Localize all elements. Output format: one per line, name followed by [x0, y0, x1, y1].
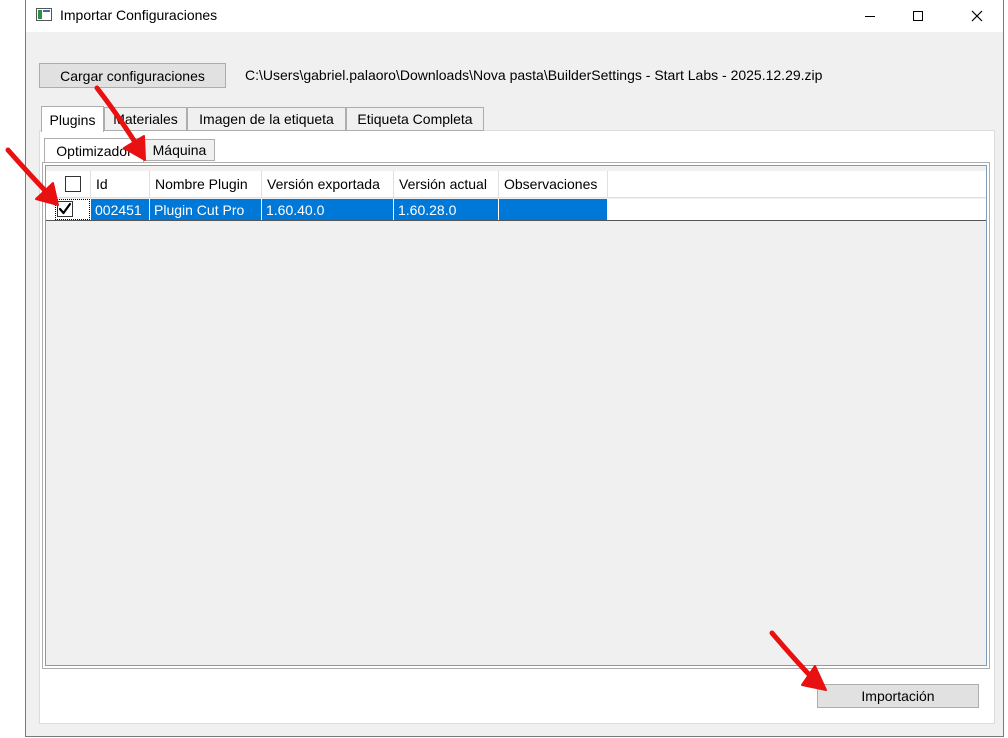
close-icon	[971, 10, 983, 22]
header-exported-version[interactable]: Versión exportada	[262, 171, 394, 197]
load-settings-button[interactable]: Cargar configuraciones	[39, 63, 226, 88]
import-settings-window: Importar Configuraciones Cargar configur…	[25, 0, 1004, 737]
cell-current-version[interactable]: 1.60.28.0	[394, 199, 499, 220]
plugins-grid[interactable]: Id Nombre Plugin Versión exportada Versi…	[45, 165, 987, 666]
tab-imagen-etiqueta[interactable]: Imagen de la etiqueta	[187, 107, 346, 131]
window-title: Importar Configuraciones	[60, 7, 218, 23]
cell-notes[interactable]	[499, 199, 608, 220]
close-button[interactable]	[954, 0, 1000, 32]
tab-etiqueta-completa[interactable]: Etiqueta Completa	[346, 107, 484, 131]
title-bar[interactable]: Importar Configuraciones	[26, 0, 1003, 32]
import-button[interactable]: Importación	[817, 684, 979, 708]
minimize-button[interactable]	[847, 0, 893, 32]
table-row[interactable]: 002451 Plugin Cut Pro 1.60.40.0 1.60.28.…	[46, 199, 986, 221]
minimize-icon	[865, 16, 875, 17]
grid-header: Id Nombre Plugin Versión exportada Versi…	[46, 171, 986, 198]
header-select-all-cell[interactable]	[55, 171, 91, 197]
select-all-checkbox[interactable]	[64, 176, 81, 192]
row-checkbox[interactable]	[57, 201, 73, 217]
row-checkbox-cell[interactable]	[55, 199, 90, 220]
cell-id[interactable]: 002451	[91, 199, 150, 220]
maximize-icon	[913, 11, 923, 21]
subtab-maquina[interactable]: Máquina	[144, 139, 215, 161]
cell-plugin-name[interactable]: Plugin Cut Pro	[150, 199, 262, 220]
tab-plugins[interactable]: Plugins	[41, 106, 104, 132]
tab-materiales[interactable]: Materiales	[104, 107, 187, 131]
maximize-button[interactable]	[895, 0, 941, 32]
header-current-version[interactable]: Versión actual	[394, 171, 499, 197]
header-id[interactable]: Id	[91, 171, 150, 197]
subtab-optimizador[interactable]: Optimizador	[44, 138, 144, 162]
header-notes[interactable]: Observaciones	[499, 171, 608, 197]
file-path-label: C:\Users\gabriel.palaoro\Downloads\Nova …	[245, 67, 823, 83]
header-plugin-name[interactable]: Nombre Plugin	[150, 171, 262, 197]
cell-exported-version[interactable]: 1.60.40.0	[262, 199, 394, 220]
app-icon	[36, 8, 52, 21]
